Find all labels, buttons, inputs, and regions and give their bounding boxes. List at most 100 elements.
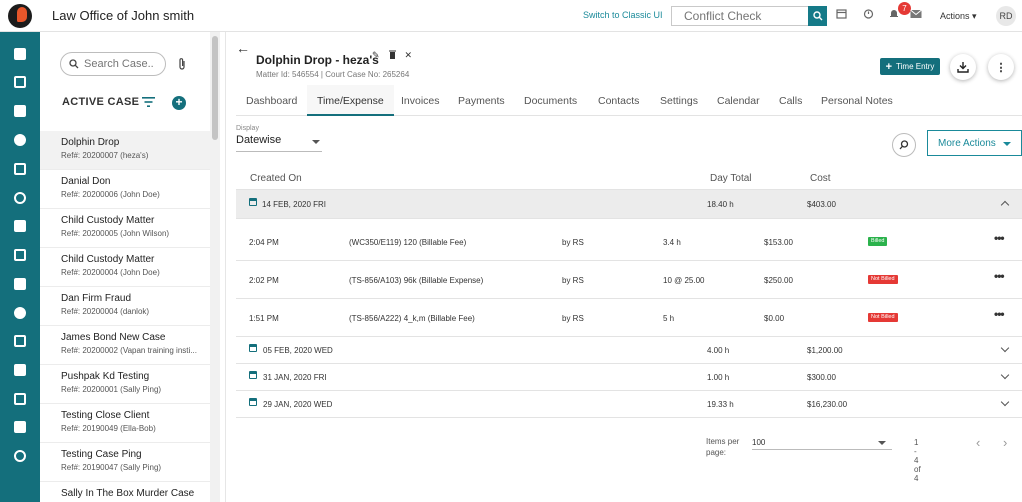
header-day-total[interactable]: Day Total [710,173,752,184]
chevron-down-icon[interactable] [1000,370,1010,380]
header-cost[interactable]: Cost [810,173,831,184]
avatar[interactable]: RD [996,6,1016,26]
entry-row[interactable]: 2:02 PM (TS-856/A103) 96k (Billable Expe… [236,261,1022,299]
timer-icon[interactable] [863,8,874,22]
more-actions-button[interactable]: More Actions [927,130,1022,156]
calendar-icon[interactable] [836,8,847,22]
add-case-button[interactable]: + [172,96,186,110]
chevron-up-icon[interactable] [1000,200,1010,210]
back-arrow-icon[interactable]: ← [236,40,250,56]
case-name: Child Custody Matter [61,215,155,226]
mail-icon[interactable] [910,8,922,22]
dashboard-icon[interactable] [0,68,40,96]
display-select[interactable]: Datewise [236,134,322,152]
case-search-input[interactable] [84,58,160,70]
edit-pencil-icon[interactable]: ✎ [372,50,380,61]
case-list-item[interactable]: Testing Case Ping Ref#: 20190047 (Sally … [40,443,210,482]
billing-icon[interactable] [0,212,40,240]
tab-contacts[interactable]: Contacts [598,85,639,116]
delete-trash-icon[interactable] [388,50,396,61]
entry-description: (TS-856/A222) 4_k,m (Billable Fee) [349,314,475,323]
entry-row[interactable]: 2:04 PM (WC350/E119) 120 (Billable Fee) … [236,223,1022,261]
case-list-item[interactable]: Child Custody Matter Ref#: 20200005 (Joh… [40,209,210,248]
tab-payments[interactable]: Payments [458,85,505,116]
entry-qty: 3.4 h [663,238,681,247]
items-per-page-select[interactable]: 100 [752,438,892,450]
case-name: Testing Case Ping [61,449,142,460]
graduation-cap-icon[interactable] [0,126,40,154]
tab-time-expense[interactable]: Time/Expense [307,85,394,116]
tab-personal-notes[interactable]: Personal Notes [821,85,893,116]
items-per-page-value: 100 [752,438,766,447]
more-options-button[interactable]: ⋮ [988,54,1014,80]
case-ref: Ref#: 20200007 (heza's) [61,151,149,160]
case-name: Dan Firm Fraud [61,293,132,304]
paperclip-icon[interactable] [178,57,186,73]
header-created-on[interactable]: Created On [250,173,302,184]
time-entry-label: Time Entry [896,62,935,71]
entry-description: (TS-856/A103) 96k (Billable Expense) [349,276,484,285]
case-search-box[interactable] [60,52,166,76]
clipboard-icon[interactable] [0,270,40,298]
conflict-search-button[interactable] [808,6,827,26]
chevron-down-icon[interactable] [1000,343,1010,353]
user-icon[interactable] [0,299,40,327]
conflict-check-input[interactable] [671,6,809,26]
entry-row[interactable]: 1:51 PM (TS-856/A222) 4_k,m (Billable Fe… [236,299,1022,337]
case-ref: Ref#: 20200002 (Vapan training insti... [61,346,197,355]
close-icon[interactable]: ✕ [405,50,413,61]
case-list-item[interactable]: James Bond New Case Ref#: 20200002 (Vapa… [40,326,210,365]
tab-documents[interactable]: Documents [524,85,577,116]
card-icon[interactable] [0,413,40,441]
case-list-item[interactable]: Danial Don Ref#: 20200006 (John Doe) [40,170,210,209]
case-list-item[interactable]: Testing Close Client Ref#: 20190049 (Ell… [40,404,210,443]
tab-invoices[interactable]: Invoices [401,85,440,116]
add-matter-icon[interactable] [0,40,40,68]
scrollbar-thumb[interactable] [212,36,218,140]
case-list-item[interactable]: Dolphin Drop Ref#: 20200007 (heza's) [40,131,210,170]
contacts-icon[interactable] [0,184,40,212]
phone-icon[interactable] [0,442,40,470]
case-list-item[interactable]: Pushpak Kd Testing Ref#: 20200001 (Sally… [40,365,210,404]
grid-search-button[interactable] [892,133,916,157]
date-group-row[interactable]: 31 JAN, 2020 FRI 1.00 h $300.00 [236,364,1022,391]
group-date: 29 JAN, 2020 WED [263,400,333,409]
entry-description: (WC350/E119) 120 (Billable Fee) [349,238,467,247]
chevron-down-icon[interactable] [1000,397,1010,407]
apps-grid-icon[interactable] [0,356,40,384]
caret-down-icon [1003,142,1011,146]
row-menu-icon[interactable]: ••• [994,269,1005,283]
row-menu-icon[interactable]: ••• [994,231,1005,245]
date-group-row[interactable]: 29 JAN, 2020 WED 19.33 h $16,230.00 [236,391,1022,418]
download-button[interactable] [950,54,976,80]
date-group-row[interactable]: 14 FEB, 2020 FRI 18.40 h $403.00 [236,190,1022,219]
group-total: 1.00 h [707,373,730,382]
search-icon [812,11,822,21]
row-menu-icon[interactable]: ••• [994,307,1005,321]
chevron-right-icon[interactable]: › [1003,435,1007,450]
case-name: Dolphin Drop [61,137,120,148]
entry-amount: $153.00 [764,238,793,247]
case-list-item[interactable]: Child Custody Matter Ref#: 20200004 (Joh… [40,248,210,287]
case-name: Pushpak Kd Testing [61,371,150,382]
tab-calls[interactable]: Calls [779,85,802,116]
actions-menu[interactable]: Actions ▾ [940,11,977,22]
case-list-item[interactable]: Sally In The Box Murder Case [40,482,210,502]
building-icon[interactable] [0,97,40,125]
tab-dashboard[interactable]: Dashboard [246,85,297,116]
time-entry-button[interactable]: + Time Entry [880,58,940,75]
settings-icon[interactable] [0,385,40,413]
switch-classic-ui-link[interactable]: Switch to Classic UI [583,10,663,20]
reports-icon[interactable] [0,327,40,355]
app-logo[interactable] [8,3,32,28]
chevron-left-icon[interactable]: ‹ [976,435,980,450]
filter-icon[interactable] [142,96,155,110]
tab-settings[interactable]: Settings [660,85,698,116]
bank-icon[interactable] [0,155,40,183]
tab-calendar[interactable]: Calendar [717,85,760,116]
case-list-item[interactable]: Dan Firm Fraud Ref#: 20200004 (danlok) [40,287,210,326]
date-group-row[interactable]: 05 FEB, 2020 WED 4.00 h $1,200.00 [236,337,1022,364]
calendar-nav-icon[interactable] [0,241,40,269]
case-ref: Ref#: 20200004 (danlok) [61,307,150,316]
entry-qty: 10 @ 25.00 [663,276,705,285]
